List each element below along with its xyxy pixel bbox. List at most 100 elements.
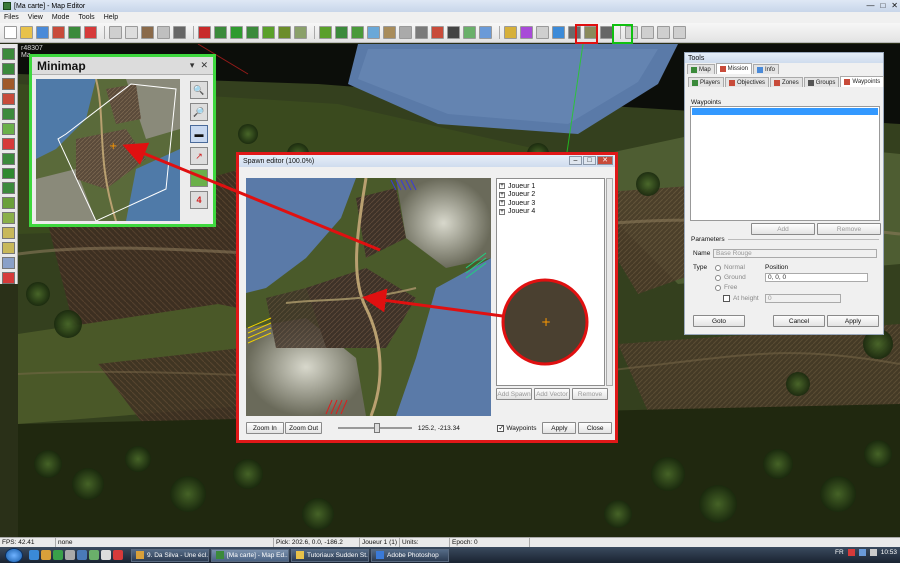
type-ground-radio[interactable]: Ground xyxy=(715,274,746,281)
goto-button[interactable]: Goto xyxy=(693,315,745,327)
spawn-close-dialog-button[interactable]: Close xyxy=(578,422,613,434)
tree-item-player1[interactable]: + Joueur 1 xyxy=(499,182,602,191)
tab-info[interactable]: Info xyxy=(753,64,780,74)
left-tool-icon[interactable] xyxy=(2,257,15,270)
left-tool-icon[interactable] xyxy=(2,182,15,195)
quick-launch-icon[interactable] xyxy=(41,550,51,560)
subtab-players[interactable]: Players xyxy=(688,77,725,87)
menu-view[interactable]: View xyxy=(28,14,43,21)
waypoints-checkbox[interactable]: ✓ xyxy=(497,424,505,432)
toolbar-tool-icon[interactable] xyxy=(84,26,97,39)
tab-map[interactable]: Map xyxy=(687,64,715,74)
type-normal-radio[interactable]: Normal xyxy=(715,264,745,271)
close-window-button[interactable]: ✕ xyxy=(891,1,898,10)
menu-mode[interactable]: Mode xyxy=(52,14,70,21)
toolbar-tool-icon[interactable] xyxy=(173,26,186,39)
remove-spawn-button[interactable]: Remove xyxy=(572,388,608,400)
taskbar-task[interactable]: Tutoriaux Sudden St... xyxy=(291,548,369,562)
toolbar-tool-icon[interactable] xyxy=(536,26,549,39)
at-height-checkbox[interactable]: At height xyxy=(723,295,759,302)
left-tool-icon[interactable] xyxy=(2,212,15,225)
remove-waypoint-button[interactable]: Remove xyxy=(817,223,881,235)
add-waypoint-button[interactable]: Add xyxy=(751,223,815,235)
toolbar-tool-icon[interactable] xyxy=(673,26,686,39)
toolbar-tool-icon[interactable] xyxy=(520,26,533,39)
toolbar-tool-icon[interactable] xyxy=(447,26,460,39)
left-tool-icon[interactable] xyxy=(2,167,15,180)
toolbar-tool-icon[interactable] xyxy=(262,26,275,39)
minimap-close-button[interactable]: ✕ xyxy=(200,60,208,71)
minimap-dropdown-icon[interactable]: ▾ xyxy=(190,60,195,71)
toolbar-tool-icon[interactable] xyxy=(415,26,428,39)
quick-launch-icon[interactable] xyxy=(29,550,39,560)
subtab-objectives[interactable]: Objectives xyxy=(725,77,770,87)
spawn-marker-icon[interactable]: 4 xyxy=(190,191,208,209)
quick-launch-icon[interactable] xyxy=(89,550,99,560)
tree-item-player4[interactable]: + Joueur 4 xyxy=(499,208,602,217)
players-tree[interactable]: + Joueur 1 + Joueur 2 + Joueur 3 + Joueur 4 xyxy=(496,178,605,386)
tab-mission[interactable]: Mission xyxy=(715,63,753,74)
left-tool-icon[interactable] xyxy=(2,242,15,255)
spawn-editor-titlebar[interactable]: Spawn editor (100.0%) – □ ✕ xyxy=(239,155,615,167)
spawn-vector-icon[interactable]: ↗ xyxy=(190,147,208,165)
expand-icon[interactable]: + xyxy=(499,191,505,198)
left-tool-icon[interactable] xyxy=(2,48,15,60)
left-tool-icon[interactable] xyxy=(2,272,15,284)
minimap-header[interactable]: Minimap ▾ ✕ xyxy=(32,57,213,75)
tank-unit-icon[interactable]: ▬ xyxy=(190,125,208,143)
toolbar-tool-icon[interactable] xyxy=(431,26,444,39)
tray-volume-icon[interactable] xyxy=(869,549,877,556)
toolbar-tool-icon[interactable] xyxy=(657,26,670,39)
start-button[interactable] xyxy=(5,547,23,563)
zoom-out-icon[interactable]: 🔎 xyxy=(190,103,208,121)
position-field[interactable]: 0, 0, 0 xyxy=(765,273,868,282)
language-indicator[interactable]: FR xyxy=(835,549,844,556)
toolbar-tool-icon[interactable] xyxy=(214,26,227,39)
subtab-waypoints[interactable]: Waypoints xyxy=(840,76,885,87)
menu-help[interactable]: Help xyxy=(104,14,118,21)
toolbar-tool-icon[interactable] xyxy=(230,26,243,39)
spawn-minimize-button[interactable]: – xyxy=(569,156,582,165)
taskbar-task[interactable]: [Ma carte] - Map Ed... xyxy=(211,548,289,562)
add-vector-button[interactable]: Add Vector xyxy=(534,388,570,400)
maximize-button[interactable]: □ xyxy=(880,1,885,10)
type-free-radio[interactable]: Free xyxy=(715,284,737,291)
minimize-button[interactable]: — xyxy=(866,1,874,10)
toolbar-tool-icon[interactable] xyxy=(36,26,49,39)
minimap-view[interactable]: + xyxy=(36,78,180,222)
zoom-in-icon[interactable]: 🔍 xyxy=(190,81,208,99)
quick-launch-icon[interactable] xyxy=(65,550,75,560)
toolbar-tool-icon[interactable] xyxy=(20,26,33,39)
subtab-zones[interactable]: Zones xyxy=(770,77,803,87)
toolbar-tool-icon[interactable] xyxy=(367,26,380,39)
toolbar-tool-icon[interactable] xyxy=(641,26,654,39)
left-tool-icon[interactable] xyxy=(2,77,15,90)
tree-item-player2[interactable]: + Joueur 2 xyxy=(499,191,602,200)
clock[interactable]: 10:53 xyxy=(881,549,897,556)
zone-icon[interactable] xyxy=(190,169,208,187)
toolbar-tool-icon[interactable] xyxy=(157,26,170,39)
expand-icon[interactable]: + xyxy=(499,208,505,215)
spawn-apply-button[interactable]: Apply xyxy=(542,422,577,434)
toolbar-tool-icon[interactable] xyxy=(68,26,81,39)
height-field[interactable]: 0 xyxy=(765,294,841,303)
toolbar-tool-icon[interactable] xyxy=(109,26,122,39)
quick-launch-icon[interactable] xyxy=(77,550,87,560)
toolbar-tool-icon[interactable] xyxy=(198,26,211,39)
toolbar-tool-icon[interactable] xyxy=(463,26,476,39)
taskbar-task[interactable]: 9. Da Silva - Une écl... xyxy=(131,548,209,562)
add-spawn-button[interactable]: Add Spawn xyxy=(496,388,532,400)
left-tool-icon[interactable] xyxy=(2,227,15,240)
quick-launch-icon[interactable] xyxy=(53,550,63,560)
players-tree-scrollbar[interactable] xyxy=(606,178,613,386)
tools-cancel-button[interactable]: Cancel xyxy=(773,315,825,327)
toolbar-tool-icon[interactable] xyxy=(504,26,517,39)
toolbar-tool-icon[interactable] xyxy=(294,26,307,39)
toolbar-tool-icon[interactable] xyxy=(399,26,412,39)
menu-files[interactable]: Files xyxy=(4,14,19,21)
spawn-maximize-button[interactable]: □ xyxy=(583,156,596,165)
toolbar-tool-icon[interactable] xyxy=(552,26,565,39)
toolbar-tool-icon[interactable] xyxy=(383,26,396,39)
spawn-close-button[interactable]: ✕ xyxy=(597,156,613,165)
quick-launch-icon[interactable] xyxy=(113,550,123,560)
